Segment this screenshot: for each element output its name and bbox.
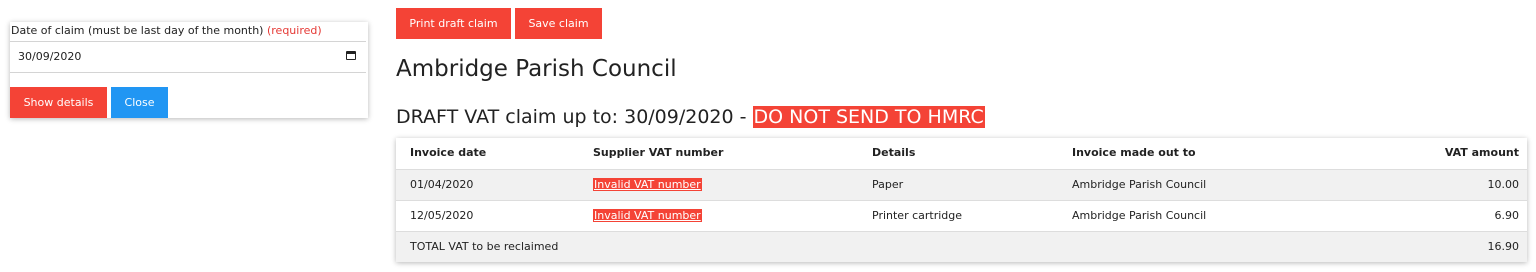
supplier-vat-cell: Invalid VAT number bbox=[593, 170, 702, 200]
calendar-icon[interactable] bbox=[346, 51, 356, 60]
claim-heading-text: DRAFT VAT claim up to: 30/09/2020 - bbox=[396, 106, 753, 128]
show-details-button[interactable]: Show details bbox=[10, 87, 107, 118]
table-header-row: Invoice date Supplier VAT number Details… bbox=[396, 138, 1527, 169]
total-amount: 16.90 bbox=[1487, 240, 1520, 253]
do-not-send-warning: DO NOT SEND TO HMRC bbox=[752, 106, 985, 128]
vat-claim-table: Invoice date Supplier VAT number Details… bbox=[396, 138, 1527, 262]
details-cell: Paper bbox=[872, 178, 904, 191]
invoice-date-cell: 12/05/2020 bbox=[410, 209, 474, 222]
invalid-vat-number-link[interactable]: Invalid VAT number bbox=[593, 209, 702, 222]
vat-amount-cell: 6.90 bbox=[1494, 209, 1520, 222]
invoice-date-cell: 01/04/2020 bbox=[410, 178, 474, 191]
council-name-heading: Ambridge Parish Council bbox=[396, 56, 677, 82]
save-claim-button[interactable]: Save claim bbox=[515, 8, 602, 39]
claim-heading: DRAFT VAT claim up to: 30/09/2020 - DO N… bbox=[396, 104, 985, 130]
header-supplier-vat-number: Supplier VAT number bbox=[593, 146, 724, 159]
total-label: TOTAL VAT to be reclaimed bbox=[410, 240, 559, 253]
table-row: 01/04/2020 Invalid VAT number Paper Ambr… bbox=[396, 169, 1527, 200]
date-label-text: Date of claim (must be last day of the m… bbox=[11, 24, 264, 37]
header-vat-amount: VAT amount bbox=[1444, 146, 1519, 159]
print-draft-claim-button[interactable]: Print draft claim bbox=[396, 8, 511, 39]
required-marker: (required) bbox=[266, 24, 322, 37]
table-total-row: TOTAL VAT to be reclaimed 16.90 bbox=[396, 231, 1527, 262]
claim-date-panel: Date of claim (must be last day of the m… bbox=[10, 22, 368, 118]
date-of-claim-input[interactable]: 30/09/2020 bbox=[10, 41, 366, 73]
date-value: 30/09/2020 bbox=[18, 50, 82, 63]
made-out-to-cell: Ambridge Parish Council bbox=[1072, 209, 1207, 222]
made-out-to-cell: Ambridge Parish Council bbox=[1072, 178, 1207, 191]
supplier-vat-cell: Invalid VAT number bbox=[593, 201, 702, 231]
table-row: 12/05/2020 Invalid VAT number Printer ca… bbox=[396, 200, 1527, 231]
header-details: Details bbox=[872, 146, 916, 159]
close-button[interactable]: Close bbox=[111, 87, 168, 118]
vat-amount-cell: 10.00 bbox=[1487, 178, 1520, 191]
details-cell: Printer cartridge bbox=[872, 209, 963, 222]
header-invoice-made-out-to: Invoice made out to bbox=[1072, 146, 1196, 159]
date-of-claim-label: Date of claim (must be last day of the m… bbox=[11, 24, 322, 37]
header-invoice-date: Invoice date bbox=[410, 146, 487, 159]
invalid-vat-number-link[interactable]: Invalid VAT number bbox=[593, 178, 702, 191]
